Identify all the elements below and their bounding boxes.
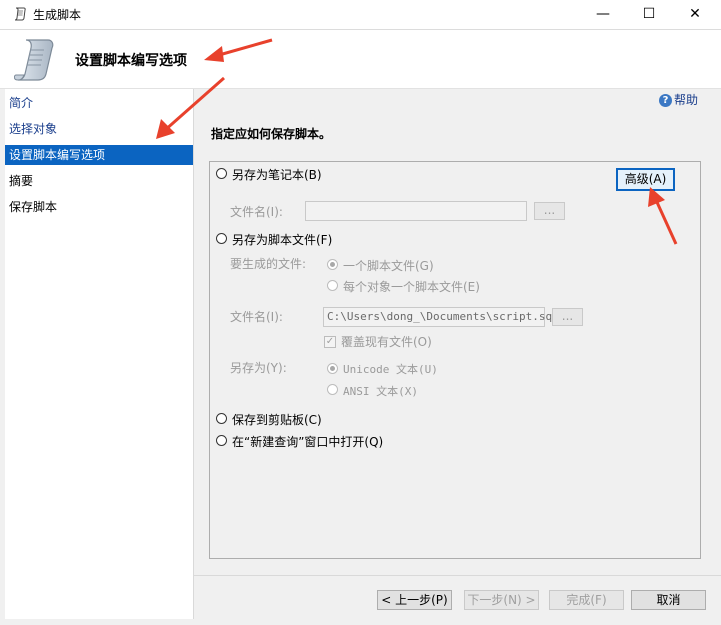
nav-item-choose-objects[interactable]: 选择对象 bbox=[5, 119, 193, 139]
help-label: 帮助 bbox=[674, 93, 699, 107]
script-browse-button[interactable]: ... bbox=[552, 308, 583, 326]
script-scroll-icon bbox=[14, 7, 26, 21]
radio-file-per-object[interactable] bbox=[327, 280, 338, 291]
files-to-generate-label: 要生成的文件: bbox=[230, 257, 307, 271]
radio-unicode[interactable] bbox=[327, 363, 338, 374]
overwrite-checkbox[interactable]: ✓ bbox=[324, 336, 336, 348]
finish-button[interactable]: 完成(F) bbox=[549, 590, 624, 610]
open-new-query-label[interactable]: 在“新建查询”窗口中打开(Q) bbox=[232, 433, 383, 450]
radio-save-notepad[interactable] bbox=[216, 168, 227, 179]
back-button[interactable]: < 上一步(P) bbox=[377, 590, 452, 610]
footer-divider bbox=[193, 575, 721, 576]
overwrite-label[interactable]: 覆盖现有文件(O) bbox=[341, 333, 432, 350]
save-clipboard-label[interactable]: 保存到剪贴板(C) bbox=[232, 411, 322, 428]
help-link[interactable]: ? 帮助 bbox=[659, 91, 698, 108]
nav-item-intro[interactable]: 简介 bbox=[5, 93, 193, 113]
cancel-button[interactable]: 取消 bbox=[631, 590, 706, 610]
close-button[interactable]: ✕ bbox=[672, 0, 718, 29]
save-script-file-label[interactable]: 另存为脚本文件(F) bbox=[232, 231, 332, 248]
radio-single-file[interactable] bbox=[327, 259, 338, 270]
file-per-object-label[interactable]: 每个对象一个脚本文件(E) bbox=[343, 278, 480, 295]
window-title: 生成脚本 bbox=[33, 8, 82, 22]
scroll-icon bbox=[14, 39, 54, 81]
maximize-button[interactable]: ☐ bbox=[626, 0, 672, 29]
nav-item-summary: 摘要 bbox=[9, 174, 34, 188]
radio-ansi[interactable] bbox=[327, 384, 338, 395]
script-filename-input[interactable]: C:\Users\dong_\Documents\script.sql bbox=[323, 307, 559, 327]
page-heading: 设置脚本编写选项 bbox=[75, 53, 187, 69]
notepad-browse-button[interactable]: ... bbox=[534, 202, 565, 220]
save-notepad-label[interactable]: 另存为笔记本(B) bbox=[232, 166, 322, 183]
save-as-label: 另存为(Y): bbox=[230, 361, 287, 375]
script-filename-label: 文件名(I): bbox=[230, 310, 283, 324]
nav-item-scripting-options[interactable]: 设置脚本编写选项 bbox=[5, 145, 193, 165]
wizard-nav: 简介 选择对象 设置脚本编写选项 摘要 保存脚本 bbox=[5, 89, 194, 619]
notepad-filename-label: 文件名(I): bbox=[230, 205, 283, 219]
wizard-header: 设置脚本编写选项 bbox=[0, 30, 721, 89]
minimize-button[interactable]: — bbox=[580, 0, 626, 29]
single-file-label[interactable]: 一个脚本文件(G) bbox=[343, 257, 434, 274]
radio-save-script-file[interactable] bbox=[216, 233, 227, 244]
next-button[interactable]: 下一步(N) > bbox=[464, 590, 539, 610]
advanced-button[interactable]: 高级(A) bbox=[616, 168, 675, 191]
nav-item-save-scripts: 保存脚本 bbox=[9, 200, 58, 214]
ansi-label[interactable]: ANSI 文本(X) bbox=[343, 383, 418, 399]
help-icon: ? bbox=[659, 94, 672, 107]
unicode-label[interactable]: Unicode 文本(U) bbox=[343, 361, 438, 377]
radio-open-new-query[interactable] bbox=[216, 435, 227, 446]
radio-save-clipboard[interactable] bbox=[216, 413, 227, 424]
instruction-text: 指定应如何保存脚本。 bbox=[211, 127, 332, 141]
title-bar: 生成脚本 — ☐ ✕ bbox=[0, 0, 721, 30]
notepad-filename-input[interactable] bbox=[305, 201, 527, 221]
save-options-group: 另存为笔记本(B) 文件名(I): ... 另存为脚本文件(F) 要生成的文件:… bbox=[209, 161, 701, 559]
